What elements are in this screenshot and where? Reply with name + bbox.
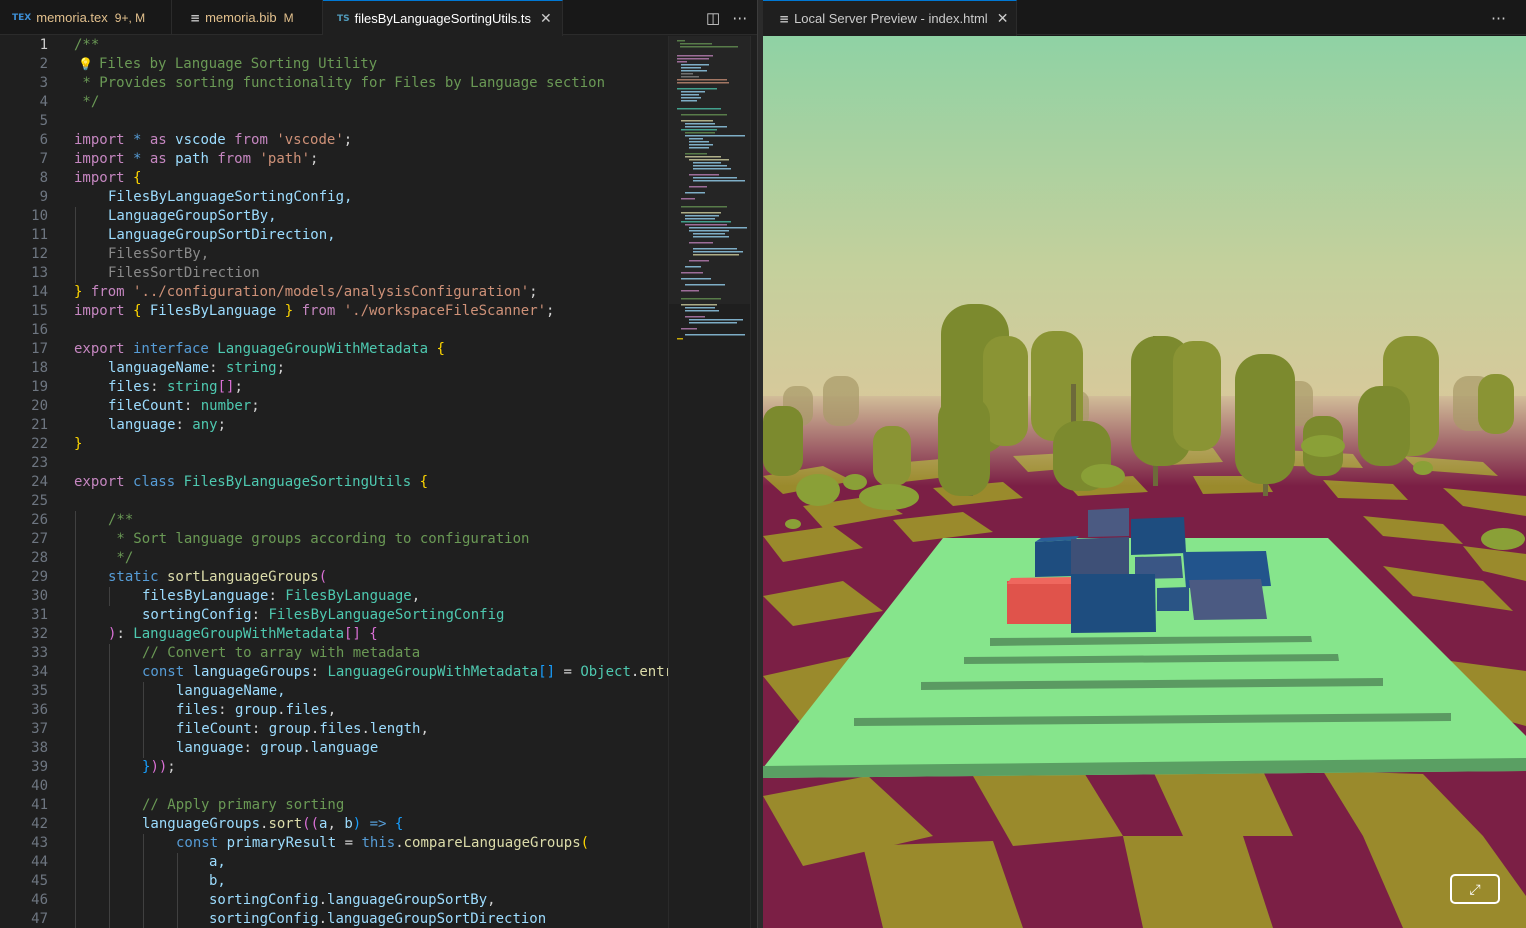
close-icon[interactable]: ✕ bbox=[997, 10, 1009, 27]
editor-actions: ◫ ⋯ bbox=[694, 0, 747, 35]
tab-status: M bbox=[283, 10, 294, 25]
tab-bar-right: ≡ Local Server Preview - index.html ✕ ⋯ bbox=[763, 0, 1526, 36]
tab-memoria-bib[interactable]: ≡ memoria.bib M bbox=[172, 0, 323, 35]
scene-render bbox=[763, 36, 1526, 928]
close-icon[interactable]: ✕ bbox=[540, 10, 552, 27]
indent-guide bbox=[177, 853, 178, 928]
bib-file-icon: ≡ bbox=[190, 10, 201, 25]
indent-guide bbox=[75, 511, 76, 928]
tex-file-icon: TEX bbox=[12, 12, 32, 23]
split-editor-icon[interactable]: ◫ bbox=[706, 9, 720, 27]
tab-local-server-preview[interactable]: ≡ Local Server Preview - index.html ✕ bbox=[763, 0, 1017, 36]
more-actions-icon[interactable]: ⋯ bbox=[1491, 9, 1506, 27]
editor-scrollbar[interactable] bbox=[750, 36, 757, 928]
indent-guide bbox=[143, 834, 144, 928]
typescript-file-icon: TS bbox=[337, 13, 350, 24]
code-editor[interactable]: 1/** 2 💡 Files by Language Sorting Utility… bbox=[0, 36, 668, 928]
3d-scene-viewport[interactable]: ⤢ bbox=[763, 36, 1526, 928]
tab-label: filesByLanguageSortingUtils.ts bbox=[354, 11, 531, 26]
preview-actions: ⋯ bbox=[1479, 0, 1506, 35]
tab-bar-left: TEX memoria.tex 9+, M ≡ memoria.bib M TS… bbox=[0, 0, 757, 36]
tab-label: memoria.tex bbox=[36, 10, 108, 25]
indent-guide bbox=[109, 644, 110, 928]
fullscreen-icon[interactable]: ⤢ bbox=[1450, 874, 1500, 904]
tab-memoria-tex[interactable]: TEX memoria.tex 9+, M bbox=[0, 0, 172, 35]
tab-files-by-language-sorting-utils[interactable]: TS filesByLanguageSortingUtils.ts ✕ bbox=[323, 0, 563, 36]
lightbulb-icon[interactable]: 💡 bbox=[78, 55, 93, 74]
indent-guide bbox=[143, 682, 144, 758]
editor-group-left: TEX memoria.tex 9+, M ≡ memoria.bib M TS… bbox=[0, 0, 757, 928]
more-actions-icon[interactable]: ⋯ bbox=[732, 9, 747, 27]
indent-guide bbox=[109, 587, 110, 606]
minimap[interactable] bbox=[668, 36, 751, 928]
editor-group-right: ≡ Local Server Preview - index.html ✕ ⋯ bbox=[763, 0, 1526, 928]
tab-status: 9+, M bbox=[114, 10, 146, 25]
indent-guide bbox=[75, 207, 76, 283]
preview-icon: ≡ bbox=[779, 11, 790, 26]
tab-label: Local Server Preview - index.html bbox=[794, 11, 988, 26]
tab-label: memoria.bib bbox=[205, 10, 277, 25]
